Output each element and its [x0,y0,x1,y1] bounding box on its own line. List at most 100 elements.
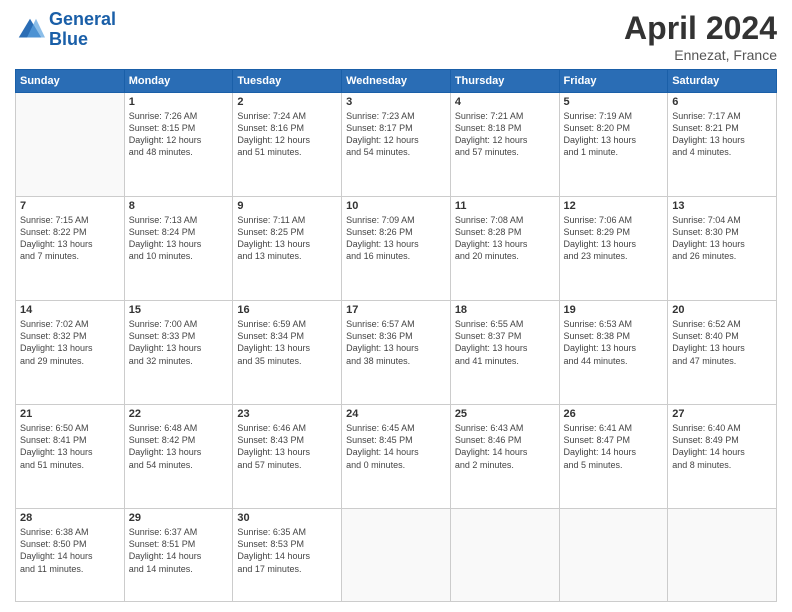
calendar-cell: 30Sunrise: 6:35 AM Sunset: 8:53 PM Dayli… [233,509,342,602]
logo-text: General Blue [49,10,116,50]
day-info: Sunrise: 7:06 AM Sunset: 8:29 PM Dayligh… [564,214,664,263]
day-info: Sunrise: 6:46 AM Sunset: 8:43 PM Dayligh… [237,422,337,471]
day-number: 14 [20,304,120,316]
logo-line2: Blue [49,29,88,49]
day-number: 8 [129,200,229,212]
day-number: 26 [564,408,664,420]
day-number: 30 [237,512,337,524]
day-header-saturday: Saturday [668,70,777,93]
day-header-thursday: Thursday [450,70,559,93]
day-info: Sunrise: 6:52 AM Sunset: 8:40 PM Dayligh… [672,318,772,367]
calendar-cell: 11Sunrise: 7:08 AM Sunset: 8:28 PM Dayli… [450,197,559,301]
day-number: 19 [564,304,664,316]
day-number: 17 [346,304,446,316]
calendar-cell [16,93,125,197]
calendar-cell: 26 Sunrise: 6:41 AM Sunset: 8:47 PM Dayli… [559,405,668,509]
day-number: 2 [237,96,337,108]
day-number: 21 [20,408,120,420]
day-info: Sunrise: 7:24 AM Sunset: 8:16 PM Dayligh… [237,110,337,159]
day-number: 25 [455,408,555,420]
header: General Blue April 2024 Ennezat, France [15,10,777,63]
day-info: Sunrise: 6:40 AM Sunset: 8:49 PM Dayligh… [672,422,772,471]
calendar-cell [450,509,559,602]
day-info: Sunrise: 7:15 AM Sunset: 8:22 PM Dayligh… [20,214,120,263]
location: Ennezat, France [624,47,777,63]
day-info: Sunrise: 7:04 AM Sunset: 8:30 PM Dayligh… [672,214,772,263]
calendar-cell: 20 Sunrise: 6:52 AM Sunset: 8:40 PM Dayli… [668,301,777,405]
day-header-friday: Friday [559,70,668,93]
day-info: Sunrise: 7:09 AM Sunset: 8:26 PM Dayligh… [346,214,446,263]
calendar-cell: 13 Sunrise: 7:04 AM Sunset: 8:30 PM Dayli… [668,197,777,301]
day-number: 20 [672,304,772,316]
calendar-cell: 17 Sunrise: 6:57 AM Sunset: 8:36 PM Dayli… [342,301,451,405]
day-info: Sunrise: 6:57 AM Sunset: 8:36 PM Dayligh… [346,318,446,367]
day-info: Sunrise: 7:19 AM Sunset: 8:20 PM Dayligh… [564,110,664,159]
day-number: 9 [237,200,337,212]
day-number: 4 [455,96,555,108]
calendar-cell: 6 Sunrise: 7:17 AM Sunset: 8:21 PM Daylig… [668,93,777,197]
day-info: Sunrise: 7:23 AM Sunset: 8:17 PM Dayligh… [346,110,446,159]
day-number: 1 [129,96,229,108]
calendar-cell: 28 Sunrise: 6:38 AM Sunset: 8:50 PM Dayli… [16,509,125,602]
day-info: Sunrise: 6:48 AM Sunset: 8:42 PM Dayligh… [129,422,229,471]
calendar-cell: 18Sunrise: 6:55 AM Sunset: 8:37 PM Dayli… [450,301,559,405]
month-title: April 2024 [624,10,777,47]
day-info: Sunrise: 6:41 AM Sunset: 8:47 PM Dayligh… [564,422,664,471]
calendar-cell: 22 Sunrise: 6:48 AM Sunset: 8:42 PM Dayli… [124,405,233,509]
day-info: Sunrise: 6:59 AM Sunset: 8:34 PM Dayligh… [237,318,337,367]
calendar-cell: 10 Sunrise: 7:09 AM Sunset: 8:26 PM Dayli… [342,197,451,301]
day-info: Sunrise: 7:13 AM Sunset: 8:24 PM Dayligh… [129,214,229,263]
day-number: 11 [455,200,555,212]
calendar-cell: 12 Sunrise: 7:06 AM Sunset: 8:29 PM Dayli… [559,197,668,301]
logo-line1: General [49,9,116,29]
calendar-cell: 7 Sunrise: 7:15 AM Sunset: 8:22 PM Daylig… [16,197,125,301]
logo-icon [15,15,45,45]
day-info: Sunrise: 6:53 AM Sunset: 8:38 PM Dayligh… [564,318,664,367]
calendar-cell: 27 Sunrise: 6:40 AM Sunset: 8:49 PM Dayli… [668,405,777,509]
day-info: Sunrise: 6:55 AM Sunset: 8:37 PM Dayligh… [455,318,555,367]
day-number: 6 [672,96,772,108]
calendar-cell [668,509,777,602]
day-info: Sunrise: 6:45 AM Sunset: 8:45 PM Dayligh… [346,422,446,471]
day-header-sunday: Sunday [16,70,125,93]
calendar-cell: 5 Sunrise: 7:19 AM Sunset: 8:20 PM Daylig… [559,93,668,197]
day-number: 5 [564,96,664,108]
calendar-cell: 24 Sunrise: 6:45 AM Sunset: 8:45 PM Dayli… [342,405,451,509]
calendar-cell: 2 Sunrise: 7:24 AM Sunset: 8:16 PM Daylig… [233,93,342,197]
calendar-table: SundayMondayTuesdayWednesdayThursdayFrid… [15,69,777,602]
day-info: Sunrise: 6:38 AM Sunset: 8:50 PM Dayligh… [20,526,120,575]
day-number: 15 [129,304,229,316]
day-number: 27 [672,408,772,420]
calendar-cell: 14 Sunrise: 7:02 AM Sunset: 8:32 PM Dayli… [16,301,125,405]
calendar-cell: 15 Sunrise: 7:00 AM Sunset: 8:33 PM Dayli… [124,301,233,405]
day-header-wednesday: Wednesday [342,70,451,93]
calendar-cell: 29Sunrise: 6:37 AM Sunset: 8:51 PM Dayli… [124,509,233,602]
day-number: 29 [129,512,229,524]
day-info: Sunrise: 7:17 AM Sunset: 8:21 PM Dayligh… [672,110,772,159]
day-number: 22 [129,408,229,420]
day-number: 10 [346,200,446,212]
day-number: 13 [672,200,772,212]
calendar-cell: 25 Sunrise: 6:43 AM Sunset: 8:46 PM Dayli… [450,405,559,509]
day-header-tuesday: Tuesday [233,70,342,93]
day-info: Sunrise: 7:11 AM Sunset: 8:25 PM Dayligh… [237,214,337,263]
day-number: 28 [20,512,120,524]
logo: General Blue [15,10,116,50]
day-number: 24 [346,408,446,420]
day-info: Sunrise: 7:26 AM Sunset: 8:15 PM Dayligh… [129,110,229,159]
day-number: 23 [237,408,337,420]
page: General Blue April 2024 Ennezat, France … [0,0,792,612]
day-info: Sunrise: 6:43 AM Sunset: 8:46 PM Dayligh… [455,422,555,471]
calendar-cell: 1 Sunrise: 7:26 AM Sunset: 8:15 PM Daylig… [124,93,233,197]
calendar-cell: 4 Sunrise: 7:21 AM Sunset: 8:18 PM Daylig… [450,93,559,197]
day-info: Sunrise: 7:00 AM Sunset: 8:33 PM Dayligh… [129,318,229,367]
day-number: 7 [20,200,120,212]
calendar-cell [559,509,668,602]
day-info: Sunrise: 7:21 AM Sunset: 8:18 PM Dayligh… [455,110,555,159]
title-block: April 2024 Ennezat, France [624,10,777,63]
day-info: Sunrise: 7:02 AM Sunset: 8:32 PM Dayligh… [20,318,120,367]
calendar-cell: 19 Sunrise: 6:53 AM Sunset: 8:38 PM Dayli… [559,301,668,405]
calendar-cell: 9 Sunrise: 7:11 AM Sunset: 8:25 PM Daylig… [233,197,342,301]
calendar-cell [342,509,451,602]
day-number: 12 [564,200,664,212]
